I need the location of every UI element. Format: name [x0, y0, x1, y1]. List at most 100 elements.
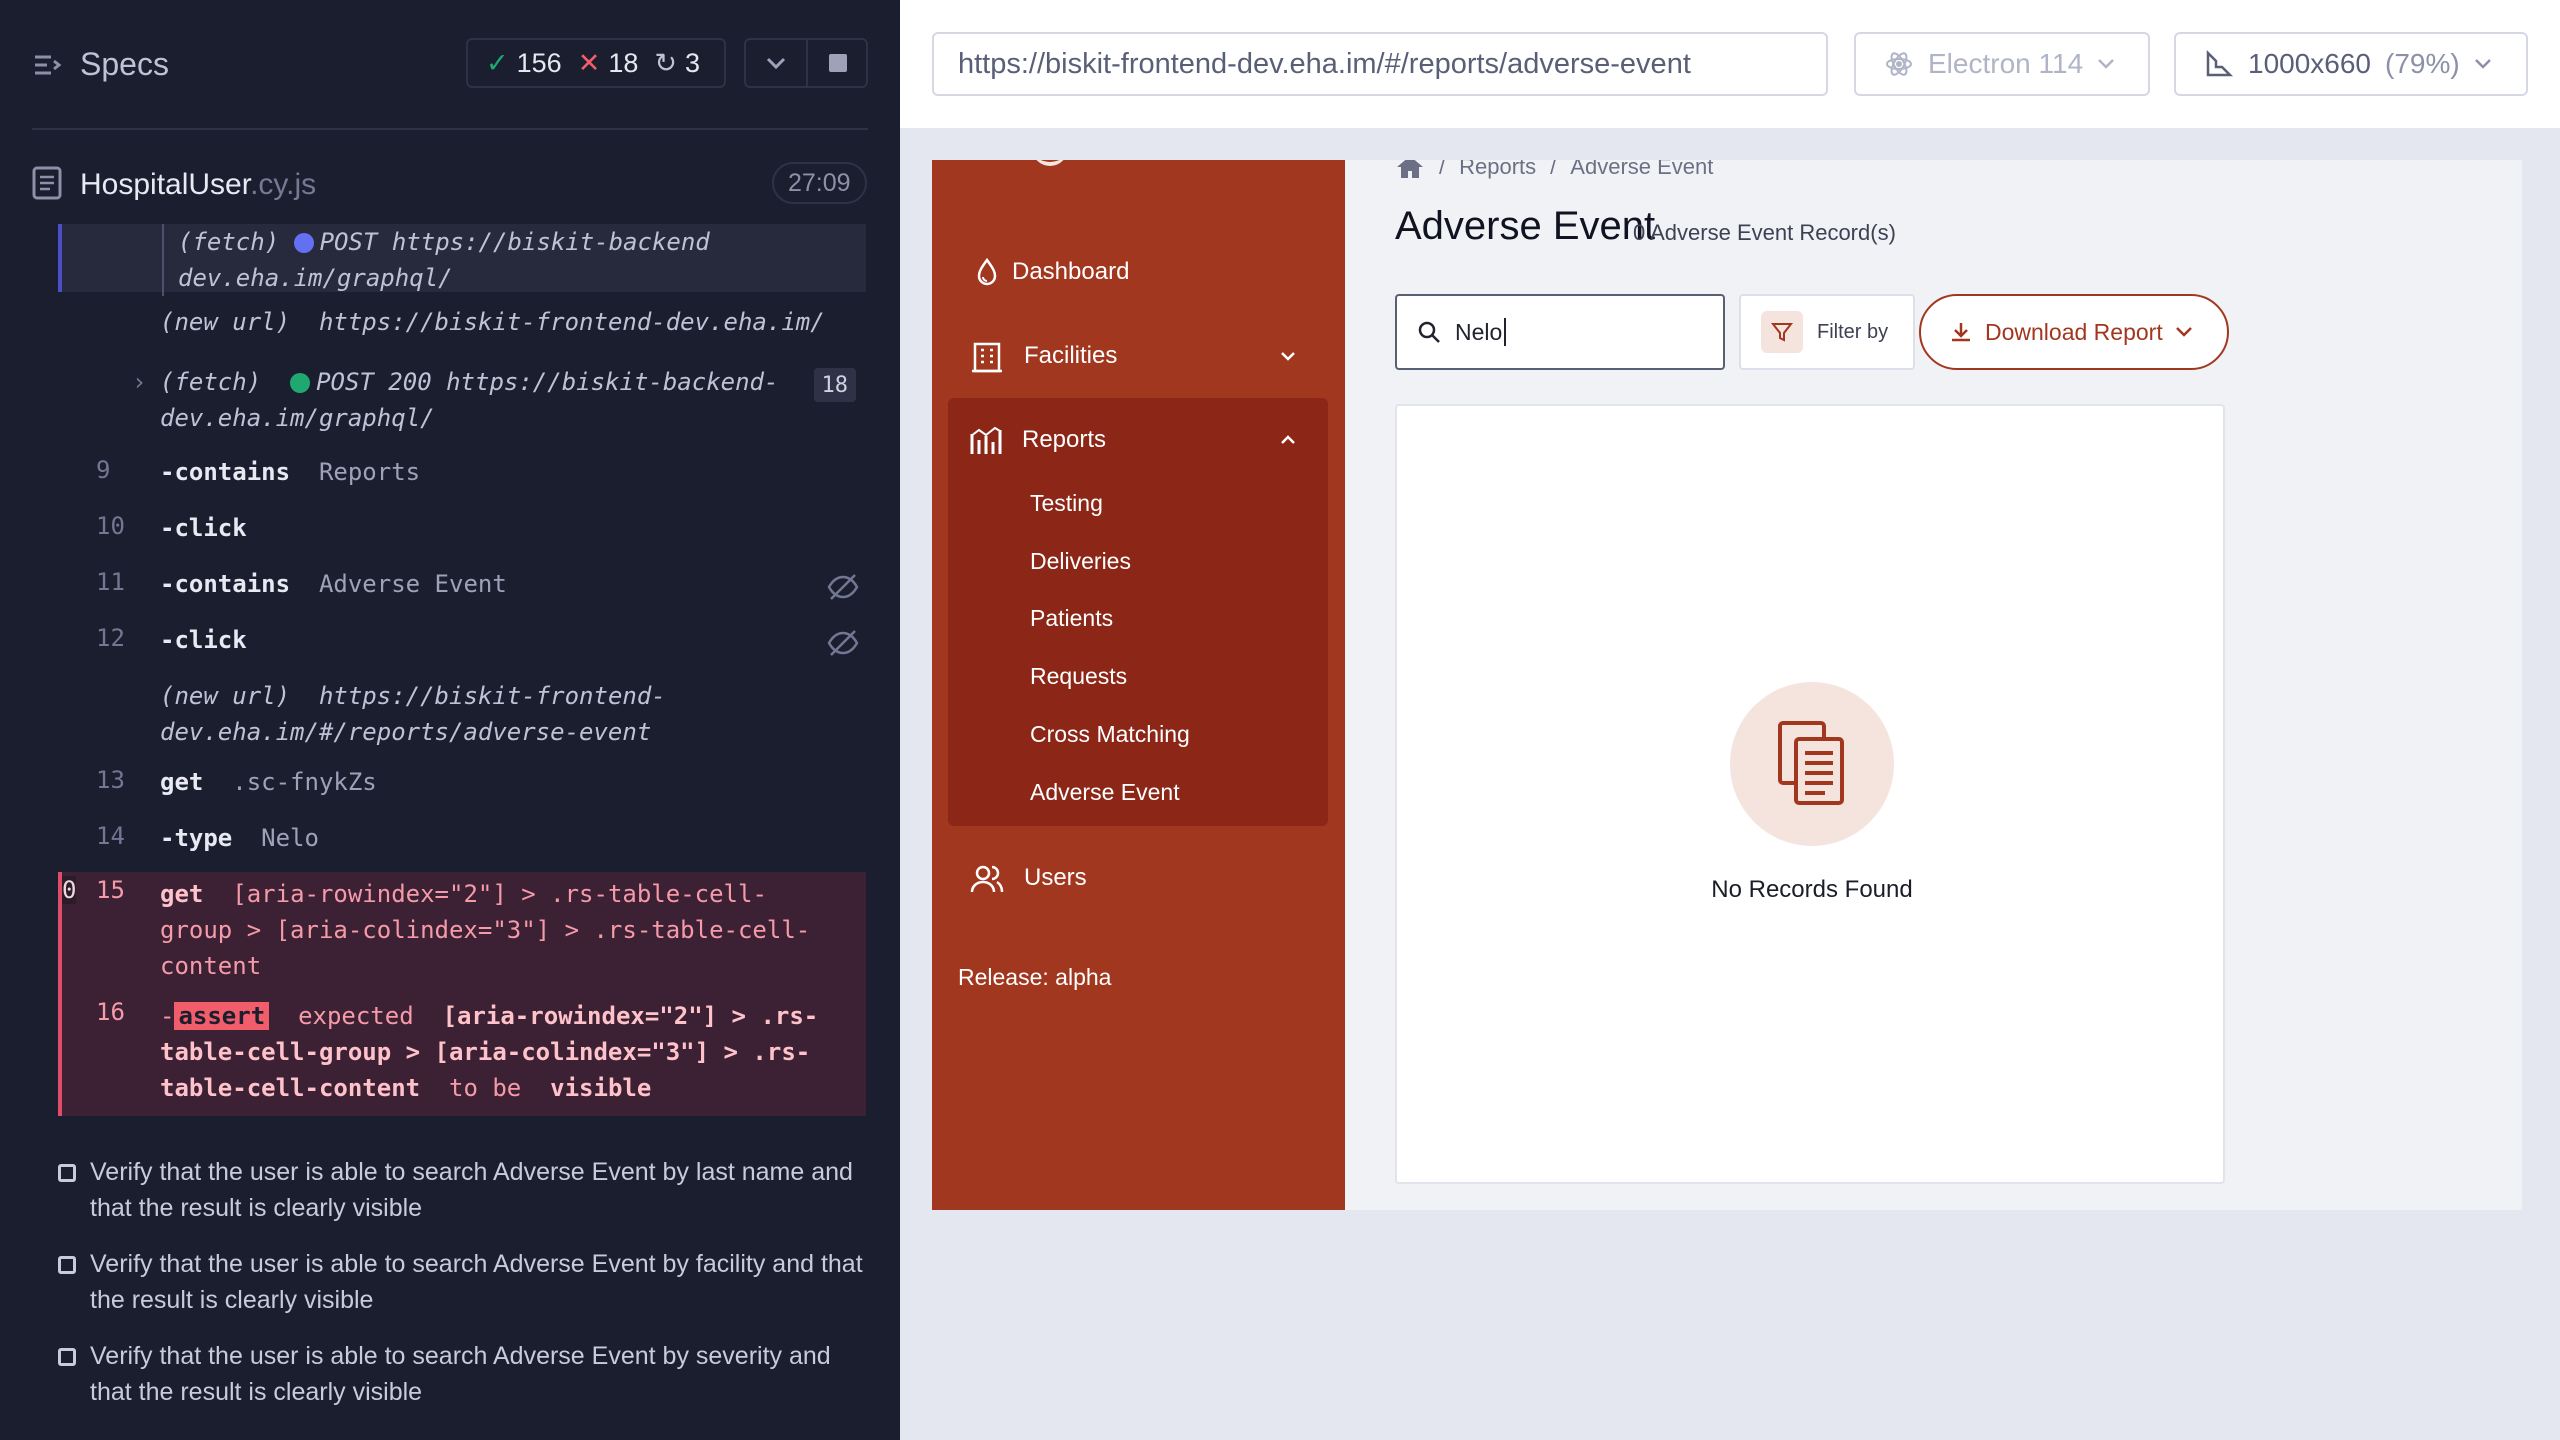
spec-file-name: HospitalUser.cy.js — [80, 168, 317, 201]
app-viewport: Dashboard Facilities Reports Testing Del… — [932, 160, 2522, 1210]
request-dot-icon — [293, 233, 314, 253]
browser-toolbar: https://biskit-frontend-dev.eha.im/#/rep… — [900, 0, 2560, 128]
request-count-badge: 18 — [813, 368, 856, 402]
specs-list-icon[interactable] — [32, 50, 62, 80]
subnav-patients[interactable]: Patients — [1030, 605, 1113, 632]
release-label: Release: alpha — [958, 964, 1112, 990]
subnav-cross-matching[interactable]: Cross Matching — [1030, 721, 1190, 748]
stop-icon — [829, 54, 847, 72]
results-table-card: No Records Found — [1395, 404, 2225, 1184]
breadcrumb-current: Adverse Event — [1570, 160, 1714, 179]
main-content: / Reports / Adverse Event Adverse Event … — [1345, 160, 2522, 1210]
command-log-entry[interactable]: › (fetch) POST 200 https://biskit-backen… — [58, 364, 866, 444]
command-log-entry[interactable]: (new url) https://biskit-frontend-dev.eh… — [58, 678, 866, 758]
breadcrumb-reports[interactable]: Reports — [1459, 160, 1536, 180]
command-log-entry-failed[interactable]: 16 - assert expected [aria-rowindex="2"] … — [62, 998, 866, 1114]
passed-check-icon: ✓ — [486, 47, 509, 78]
failed-commands-block[interactable]: 15 get [aria-rowindex="2"] > .rs-table-c… — [58, 872, 866, 1116]
element-count-badge: 0 — [62, 876, 77, 904]
command-log-entry[interactable]: 9 -contains Reports — [58, 456, 866, 496]
chart-icon — [970, 426, 1002, 454]
nav-users[interactable]: Users — [948, 844, 1328, 912]
nav-facilities[interactable]: Facilities — [948, 322, 1328, 390]
subnav-requests[interactable]: Requests — [1030, 663, 1127, 690]
filter-icon — [1761, 311, 1803, 353]
search-value: Nelo — [1455, 318, 1503, 345]
subnav-testing[interactable]: Testing — [1030, 490, 1103, 517]
cypress-runner-panel: Specs ✓ 156 ✕ 18 ↻ 3 HospitalUser.cy.js 27:… — [0, 0, 900, 1440]
eye-off-icon — [827, 574, 859, 600]
command-log-entry[interactable]: 11 -contains Adverse Event — [58, 568, 866, 608]
request-dot-icon — [290, 373, 311, 393]
spec-duration: 27:09 — [772, 162, 867, 204]
command-log-entry[interactable]: 12 -click — [58, 624, 866, 664]
nav-reports[interactable]: Reports — [948, 406, 1328, 474]
pending-spinner-icon: ↻ — [654, 47, 677, 78]
command-log-entry[interactable]: 14 -type Nelo — [58, 822, 866, 862]
test-stats: ✓ 156 ✕ 18 ↻ 3 — [466, 38, 726, 88]
app-under-test-area: https://biskit-frontend-dev.eha.im/#/rep… — [900, 0, 2560, 1440]
test-status-icon — [58, 1256, 76, 1274]
test-status-icon — [58, 1164, 76, 1182]
breadcrumb: / Reports / Adverse Event — [1395, 160, 1713, 180]
search-input[interactable]: Nelo — [1395, 294, 1725, 370]
viewport-size: 1000x660 — [2248, 48, 2372, 79]
command-log[interactable]: (fetch) POST https://biskit-backend dev.… — [0, 224, 900, 1136]
spec-file-row[interactable]: HospitalUser.cy.js 27:09 — [0, 156, 900, 212]
eye-off-icon — [827, 630, 859, 656]
subnav-adverse-event[interactable]: Adverse Event — [1030, 779, 1180, 806]
record-count: 0 Adverse Event Record(s) — [1633, 220, 1896, 245]
search-icon — [1418, 321, 1440, 343]
command-log-entry[interactable]: (new url) https://biskit-frontend-dev.eh… — [58, 304, 866, 344]
test-status-icon — [58, 1348, 76, 1366]
text-cursor — [1504, 318, 1507, 346]
nav-dashboard[interactable]: Dashboard — [948, 238, 1328, 306]
chevron-down-icon — [1281, 352, 1295, 361]
browser-selector[interactable]: Electron 114 — [1854, 32, 2150, 96]
chevron-up-icon — [1281, 435, 1295, 444]
command-log-entry[interactable]: (fetch) POST https://biskit-backend dev.… — [58, 224, 866, 296]
app-sidebar: Dashboard Facilities Reports Testing Del… — [932, 160, 1345, 1210]
test-item[interactable]: Verify that the user is able to search A… — [58, 1246, 863, 1322]
passed-count: 156 — [516, 47, 562, 78]
specs-title[interactable]: Specs — [80, 46, 169, 83]
collapse-button[interactable] — [746, 40, 806, 86]
test-item[interactable]: Verify that the user is able to search A… — [58, 1338, 858, 1414]
users-icon — [970, 865, 1004, 893]
stop-button[interactable] — [808, 40, 868, 86]
command-log-entry[interactable]: 10 -click — [58, 512, 866, 552]
url-bar[interactable]: https://biskit-frontend-dev.eha.im/#/rep… — [932, 32, 1828, 96]
filter-button[interactable]: Filter by — [1739, 294, 1915, 370]
chevron-down-icon — [2175, 327, 2192, 337]
test-item[interactable]: Verify that the user is able to search A… — [58, 1154, 858, 1230]
browser-name: Electron 114 — [1928, 48, 2084, 79]
runner-controls — [744, 38, 868, 88]
chevron-down-icon — [2098, 59, 2115, 69]
logo — [1032, 160, 1068, 166]
specs-header: Specs ✓ 156 ✕ 18 ↻ 3 — [0, 0, 900, 130]
failed-x-icon: ✕ — [577, 47, 601, 78]
page-title: Adverse Event — [1395, 204, 1656, 248]
subnav-deliveries[interactable]: Deliveries — [1030, 548, 1131, 575]
electron-icon — [1886, 52, 1912, 76]
reports-nav-group: Reports Testing Deliveries Patients Requ… — [948, 398, 1328, 826]
download-report-button[interactable]: Download Report — [1919, 294, 2229, 370]
blood-drop-icon — [977, 257, 997, 286]
home-icon[interactable] — [1395, 160, 1425, 180]
command-log-entry-failed[interactable]: 15 get [aria-rowindex="2"] > .rs-table-c… — [62, 876, 866, 992]
viewport-selector[interactable]: 1000x660 (79%) — [2174, 32, 2528, 96]
chevron-down-icon — [766, 57, 786, 70]
header-divider — [32, 128, 868, 130]
empty-state-text: No Records Found — [1711, 876, 1913, 903]
document-icon — [32, 166, 62, 200]
failed-count: 18 — [608, 47, 639, 78]
empty-documents-icon — [1730, 682, 1894, 846]
building-icon — [972, 342, 1002, 373]
expand-arrow-icon[interactable]: › — [132, 368, 146, 396]
viewport-scale: (79%) — [2385, 48, 2460, 79]
download-icon — [1952, 323, 1970, 342]
chevron-down-icon — [2474, 59, 2491, 69]
pending-count: 3 — [684, 47, 701, 78]
command-log-entry[interactable]: 13 get .sc-fnykZs — [58, 766, 866, 806]
ruler-icon — [2206, 49, 2234, 77]
